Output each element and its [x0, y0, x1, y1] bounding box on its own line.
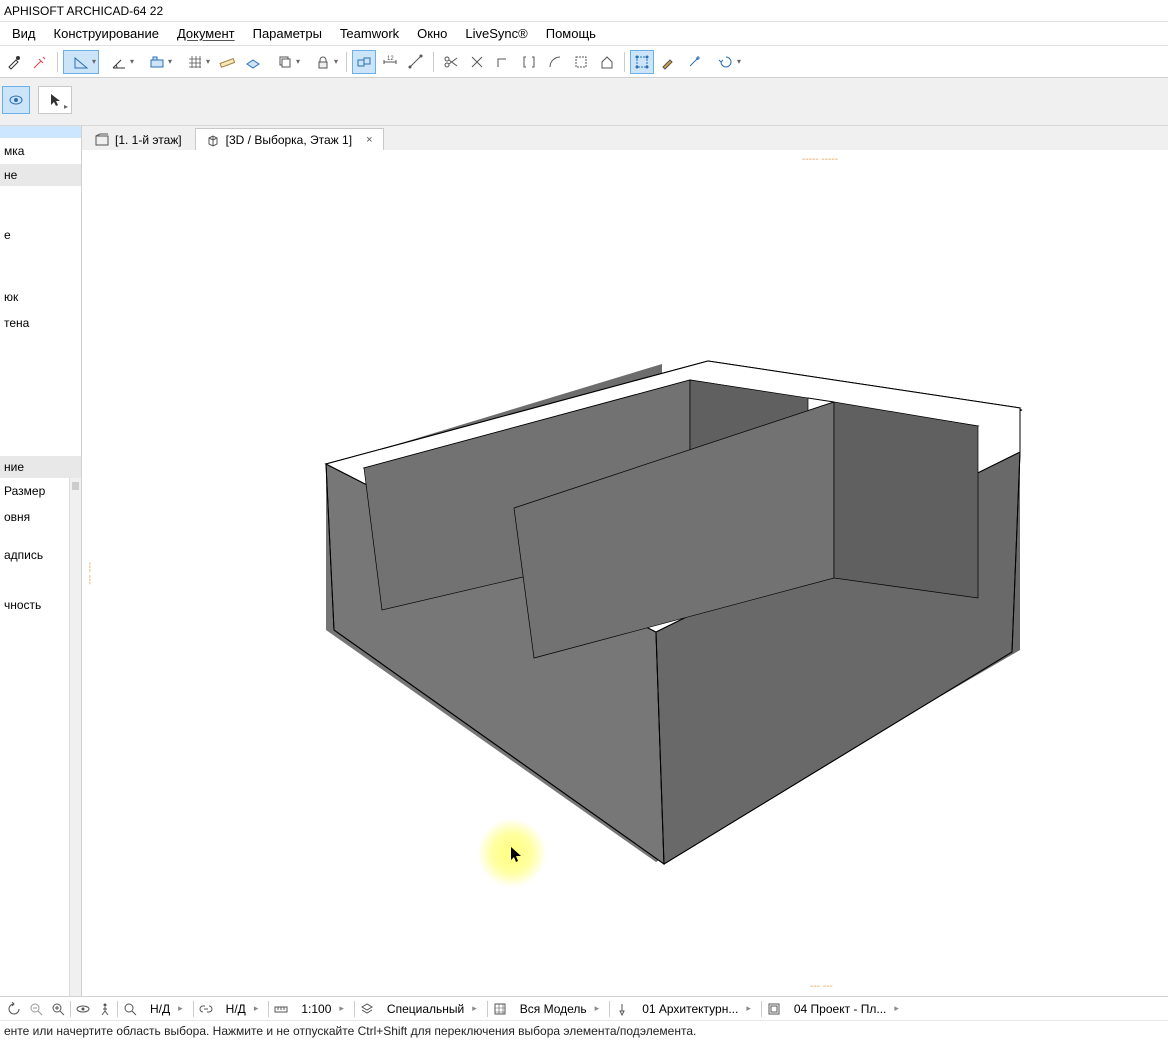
- rotate-icon[interactable]: [708, 50, 744, 74]
- bracket-icon[interactable]: [517, 50, 541, 74]
- coord-value: Н/Д: [150, 1002, 170, 1016]
- menu-document[interactable]: Документ: [169, 24, 243, 43]
- box-select-icon[interactable]: [630, 50, 654, 74]
- lock-icon[interactable]: [305, 50, 341, 74]
- menu-help[interactable]: Помощь: [538, 24, 604, 43]
- undo-icon[interactable]: [4, 999, 24, 1019]
- toolbox-item[interactable]: тена: [0, 310, 81, 336]
- toolbox-item[interactable]: [0, 210, 81, 222]
- tab-label: [3D / Выборка, Этаж 1]: [226, 133, 352, 147]
- viewset-icon[interactable]: [764, 999, 784, 1019]
- view-eye-icon[interactable]: [2, 86, 30, 114]
- zoom-in-icon[interactable]: [48, 999, 68, 1019]
- model-3d-view: [82, 150, 1168, 970]
- toolbox-item[interactable]: юк: [0, 284, 81, 310]
- cursor-icon: [510, 846, 524, 867]
- toolbox-section-header[interactable]: ние: [0, 456, 81, 478]
- grid-tool-icon[interactable]: [177, 50, 213, 74]
- scale-icon[interactable]: [271, 999, 291, 1019]
- magic-icon[interactable]: [682, 50, 706, 74]
- model-selector[interactable]: Вся Модель▸: [512, 997, 607, 1020]
- toolbox-item[interactable]: [0, 248, 81, 260]
- snap-object-icon[interactable]: [352, 50, 376, 74]
- menu-bar: Вид Конструирование Документ Параметры T…: [0, 22, 1168, 46]
- tab-label: [1. 1-й этаж]: [115, 133, 182, 147]
- 3d-viewport[interactable]: ----- ----- --- --- --- ---: [82, 150, 1168, 996]
- model-value: Вся Модель: [520, 1002, 587, 1016]
- app-title: APHISOFT ARCHICAD-64 22: [4, 4, 163, 18]
- layerset-value: Специальный: [387, 1002, 464, 1016]
- coord-readout-2[interactable]: Н/Д▸: [218, 997, 267, 1020]
- menu-livesync[interactable]: LiveSync®: [457, 24, 535, 43]
- ruler-icon[interactable]: [215, 50, 239, 74]
- toolbox-item[interactable]: [0, 272, 81, 284]
- toolbox-item[interactable]: [0, 198, 81, 210]
- menu-construct[interactable]: Конструирование: [46, 24, 167, 43]
- brush-icon[interactable]: [656, 50, 680, 74]
- triangle-tool-icon[interactable]: [63, 50, 99, 74]
- menu-window[interactable]: Окно: [409, 24, 455, 43]
- penset-selector[interactable]: 01 Архитектурн...▸: [634, 997, 759, 1020]
- title-bar: APHISOFT ARCHICAD-64 22: [0, 0, 1168, 22]
- scale-selector[interactable]: 1:100▸: [293, 997, 352, 1020]
- model-filter-icon[interactable]: [490, 999, 510, 1019]
- svg-text:12: 12: [387, 56, 394, 62]
- viewset-value: 04 Проект - Пл...: [794, 1002, 887, 1016]
- toolbox-scrollbar[interactable]: [69, 478, 81, 996]
- corner-icon[interactable]: [491, 50, 515, 74]
- zoom-out-icon[interactable]: [26, 999, 46, 1019]
- layerset-icon[interactable]: [357, 999, 377, 1019]
- toolbox-panel: мка не е юк тена ние Размер овня адпись …: [0, 126, 82, 996]
- walk-icon[interactable]: [95, 999, 115, 1019]
- measure-icon[interactable]: [404, 50, 428, 74]
- house-icon[interactable]: [595, 50, 619, 74]
- viewport-tabs: [1. 1-й этаж] [3D / Выборка, Этаж 1] ×: [82, 126, 1168, 150]
- toolbox-item[interactable]: [0, 186, 81, 198]
- hint-bar: енте или начертите область выбора. Нажми…: [0, 1020, 1168, 1040]
- orbit-icon[interactable]: [73, 999, 93, 1019]
- floor-tool-icon[interactable]: [139, 50, 175, 74]
- layers-icon[interactable]: [267, 50, 303, 74]
- dimension-icon[interactable]: 12: [378, 50, 402, 74]
- guide-mark-icon: --- ---: [810, 981, 833, 992]
- coord-readout-1[interactable]: Н/Д▸: [142, 997, 191, 1020]
- plane-icon[interactable]: [241, 50, 265, 74]
- close-tab-icon[interactable]: ×: [366, 134, 372, 146]
- syringe-icon[interactable]: [28, 50, 52, 74]
- menu-view[interactable]: Вид: [4, 24, 44, 43]
- viewset-selector[interactable]: 04 Проект - Пл...▸: [786, 997, 907, 1020]
- scissors-icon[interactable]: [439, 50, 463, 74]
- adjust-icon[interactable]: [465, 50, 489, 74]
- layerset-selector[interactable]: Специальный▸: [379, 997, 485, 1020]
- link-icon[interactable]: [196, 999, 216, 1019]
- angle-tool-icon[interactable]: [101, 50, 137, 74]
- zoom-fit-icon[interactable]: [120, 999, 140, 1019]
- menu-parameters[interactable]: Параметры: [245, 24, 330, 43]
- tab-3d[interactable]: [3D / Выборка, Этаж 1] ×: [195, 128, 384, 150]
- sub-toolbar: [0, 78, 1168, 126]
- select-frame-icon[interactable]: [569, 50, 593, 74]
- penset-icon[interactable]: [612, 999, 632, 1019]
- eyedropper-icon[interactable]: [2, 50, 26, 74]
- cube-tab-icon: [206, 133, 220, 147]
- toolbox-item[interactable]: [0, 126, 81, 138]
- arc-icon[interactable]: [543, 50, 567, 74]
- menu-teamwork[interactable]: Teamwork: [332, 24, 407, 43]
- floorplan-tab-icon: [95, 133, 109, 147]
- toolbox-item[interactable]: [0, 260, 81, 272]
- coord-value: Н/Д: [226, 1002, 246, 1016]
- toolbox-item[interactable]: е: [0, 222, 81, 248]
- toolbox-item[interactable]: мка: [0, 138, 81, 164]
- penset-value: 01 Архитектурн...: [642, 1002, 738, 1016]
- toolbox-section-header[interactable]: не: [0, 164, 81, 186]
- scale-value: 1:100: [301, 1002, 331, 1016]
- pointer-icon[interactable]: [38, 86, 72, 114]
- quick-options-bar: Н/Д▸ Н/Д▸ 1:100▸ Специальный▸ Вся Модель…: [0, 996, 1168, 1020]
- main-toolbar: 12: [0, 46, 1168, 78]
- hint-text: енте или начертите область выбора. Нажми…: [4, 1024, 696, 1038]
- tab-floorplan[interactable]: [1. 1-й этаж]: [84, 128, 193, 150]
